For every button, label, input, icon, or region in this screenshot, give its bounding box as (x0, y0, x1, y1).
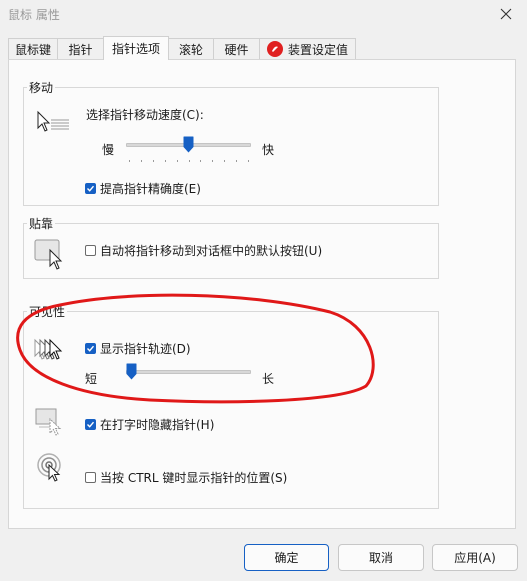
slider-thumb[interactable] (183, 136, 194, 153)
window-title: 鼠标 属性 (8, 8, 60, 22)
tab-hardware[interactable]: 硬件 (213, 38, 260, 59)
apply-button[interactable]: 应用(A) (432, 544, 518, 571)
slider-tick (129, 160, 130, 162)
speed-label: 选择指针移动速度(C): (86, 108, 204, 122)
snap-group-title: 贴靠 (27, 215, 56, 232)
close-icon (500, 8, 512, 20)
short-label: 短 (85, 372, 98, 386)
cancel-button[interactable]: 取消 (338, 544, 424, 571)
ctrl-checkbox-box[interactable] (85, 472, 96, 483)
slider-tick (224, 160, 225, 162)
trails-checkbox[interactable]: 显示指针轨迹(D) (85, 340, 191, 357)
snap-label: 自动将指针移动到对话框中的默认按钮(U) (100, 244, 323, 258)
ctrl-location-checkbox[interactable]: 当按 CTRL 键时显示指针的位置(S) (85, 469, 287, 486)
long-label: 长 (262, 372, 275, 386)
title-bar: 鼠标 属性 (0, 0, 527, 28)
tab-label: 滚轮 (178, 42, 203, 57)
precision-checkbox[interactable]: 提高指针精确度(E) (85, 180, 201, 197)
trails-checkbox-box[interactable] (85, 343, 96, 354)
tab-panel: 移动 选择指针移动速度(C): 慢 快 提高指针精确度(E) 贴靠 自动将指针移… (8, 59, 516, 529)
slider-tick (165, 160, 166, 162)
snap-checkbox-box[interactable] (85, 245, 96, 256)
tab-pointer-options[interactable]: 指针选项 (103, 36, 169, 60)
visibility-group: 可见性 显示指针轨迹(D) 短 长 在打字时隐藏指针(H) 当按 CTRL 键时… (23, 303, 439, 509)
tab-buttons[interactable]: 鼠标键 (8, 38, 58, 59)
slider-tick (236, 160, 237, 162)
hide-while-typing-icon (35, 408, 62, 436)
cancel-label: 取消 (368, 551, 393, 565)
checkmark-icon (87, 345, 95, 352)
tab-label: 鼠标键 (14, 42, 51, 57)
show-location-icon (37, 453, 61, 482)
hide-while-typing-checkbox[interactable]: 在打字时隐藏指针(H) (85, 416, 214, 433)
tab-label: 硬件 (224, 42, 249, 57)
snap-group: 贴靠 自动将指针移动到对话框中的默认按钮(U) (23, 215, 439, 279)
slider-thumb[interactable] (126, 363, 137, 380)
slow-label: 慢 (102, 143, 115, 157)
tab-pointers[interactable]: 指针 (57, 38, 104, 59)
tab-label: 指针选项 (111, 42, 160, 56)
snap-to-button-icon (34, 239, 63, 270)
slider-tick (141, 160, 142, 162)
hide-checkbox-box[interactable] (85, 419, 96, 430)
slider-tick (189, 160, 190, 162)
checkmark-icon (87, 185, 95, 192)
tab-label: 指针 (68, 42, 93, 57)
slider-tick (212, 160, 213, 162)
visibility-group-title: 可见性 (27, 303, 68, 320)
tab-wheel[interactable]: 滚轮 (168, 38, 214, 59)
hide-while-typing-label: 在打字时隐藏指针(H) (100, 418, 215, 432)
motion-group-title: 移动 (27, 79, 56, 96)
checkmark-icon (87, 421, 95, 428)
ctrl-location-label: 当按 CTRL 键时显示指针的位置(S) (100, 471, 288, 485)
pointer-trails-icon (34, 338, 63, 360)
tab-device-settings[interactable]: 装置设定值 (259, 38, 356, 59)
motion-group: 移动 选择指针移动速度(C): 慢 快 提高指针精确度(E) (23, 79, 439, 206)
slider-tick (153, 160, 154, 162)
close-button[interactable] (485, 0, 527, 28)
precision-checkbox-box[interactable] (85, 183, 96, 194)
trail-slider-track (126, 370, 251, 374)
snap-checkbox[interactable]: 自动将指针移动到对话框中的默认按钮(U) (85, 242, 322, 259)
ok-button[interactable]: 确定 (244, 544, 329, 571)
trails-label: 显示指针轨迹(D) (100, 342, 191, 356)
pointer-speed-icon (37, 110, 69, 132)
device-logo-icon (266, 41, 283, 57)
slider-tick (177, 160, 178, 162)
apply-label: 应用(A) (454, 551, 496, 565)
slider-tick (248, 160, 249, 162)
slider-tick (200, 160, 201, 162)
trail-length-slider[interactable] (126, 363, 251, 391)
speed-slider[interactable] (126, 136, 251, 164)
fast-label: 快 (262, 143, 275, 157)
ok-label: 确定 (274, 551, 299, 565)
tab-label: 装置设定值 (287, 42, 348, 57)
precision-label: 提高指针精确度(E) (100, 182, 201, 196)
